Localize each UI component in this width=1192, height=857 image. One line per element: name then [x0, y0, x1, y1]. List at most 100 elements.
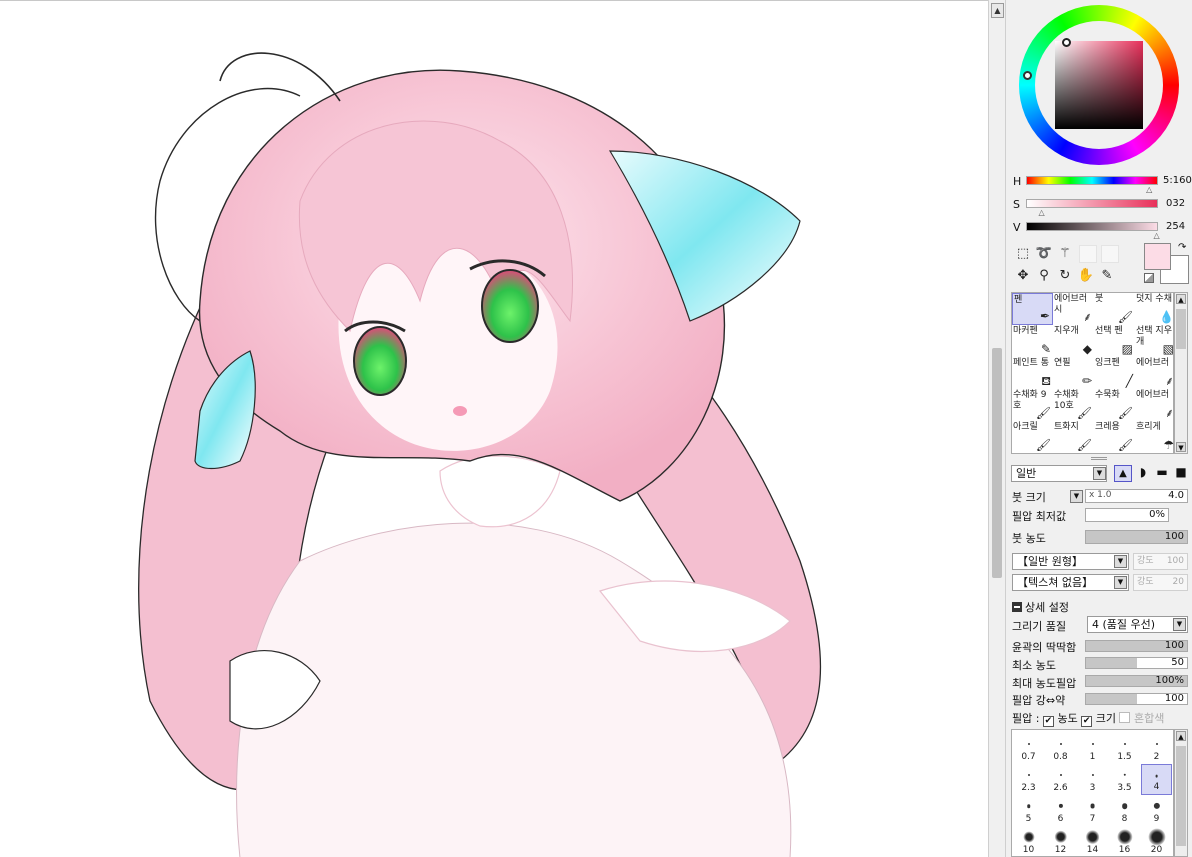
brush-slot[interactable]: 덧지 수채 💧 — [1135, 293, 1176, 325]
brush-slot[interactable]: 크레용 🖌 — [1094, 421, 1135, 453]
scrollbar-thumb[interactable] — [1176, 746, 1186, 846]
scroll-down-arrow-icon[interactable]: ▼ — [1176, 442, 1186, 452]
zoom-icon[interactable]: ⚲ — [1035, 267, 1053, 285]
brush-slot[interactable]: 연필 ✏ — [1053, 357, 1094, 389]
move-icon[interactable]: ✥ — [1014, 267, 1032, 285]
max-density-pressure-slider[interactable]: 100% — [1085, 675, 1188, 687]
size-preset[interactable]: 0.7 — [1013, 733, 1044, 764]
size-preset[interactable]: 0.8 — [1045, 733, 1076, 764]
brush-slot[interactable]: 트화지 🖌 — [1053, 421, 1094, 453]
brush-shape-flat-icon[interactable]: ▬ — [1153, 465, 1171, 482]
rotate-icon[interactable]: ↻ — [1056, 267, 1074, 285]
brush-slot[interactable]: 흐리게 ☂ — [1135, 421, 1176, 453]
size-preset[interactable]: 7 — [1077, 795, 1108, 826]
brush-shape-sharp-icon[interactable]: ▲ — [1114, 465, 1132, 482]
blend-checkbox[interactable] — [1119, 712, 1131, 723]
size-preset[interactable]: 16 — [1109, 826, 1140, 857]
brush-shape-square-icon[interactable]: ■ — [1172, 465, 1190, 482]
color-wheel[interactable] — [1019, 5, 1179, 165]
brush-slot[interactable]: 에어브러 ⸙ — [1135, 357, 1176, 389]
chevron-down-icon[interactable]: ▼ — [1114, 555, 1127, 568]
texture-strength-slider[interactable]: 강도 20 — [1133, 574, 1188, 591]
min-density-slider[interactable]: 50 — [1085, 657, 1188, 669]
size-preset[interactable]: 1.5 — [1109, 733, 1140, 764]
swap-colors-icon[interactable]: ↷ — [1178, 242, 1186, 253]
pressure-options-row: 필압 : ✔ 농도 ✔ 크기 혼합색 — [1012, 710, 1164, 727]
scrollbar-thumb[interactable] — [992, 348, 1002, 578]
size-preset[interactable]: 3.5 — [1109, 764, 1140, 795]
brush-slot[interactable]: 붓 🖌 — [1094, 293, 1135, 325]
collapse-icon[interactable] — [1012, 602, 1022, 612]
value-slider[interactable] — [1026, 222, 1158, 231]
brush-size-multiplier-chevron-icon[interactable]: ▼ — [1070, 490, 1083, 503]
scroll-up-arrow-icon[interactable]: ▲ — [991, 3, 1004, 18]
panel-splitter-grip[interactable] — [1091, 457, 1107, 460]
brush-slot[interactable]: 에어브러 ⸙ — [1135, 389, 1176, 421]
lasso-icon[interactable]: ➰ — [1035, 245, 1053, 263]
empty-tool-slot-1[interactable] — [1079, 245, 1097, 263]
min-size-slider[interactable]: 0% — [1085, 508, 1169, 522]
primary-color-swatch[interactable] — [1144, 243, 1171, 270]
saturation-value-square[interactable] — [1055, 38, 1143, 129]
edge-hardness-slider[interactable]: 100 — [1085, 640, 1188, 652]
reset-colors-icon[interactable] — [1144, 273, 1154, 283]
size-checkbox[interactable]: ✔ — [1081, 716, 1093, 727]
hand-icon[interactable]: ✋ — [1077, 267, 1095, 285]
brush-slot[interactable]: 아크릴 🖌 — [1012, 421, 1053, 453]
empty-tool-slot-2[interactable] — [1101, 245, 1119, 263]
canvas-vertical-scrollbar[interactable]: ▲ — [988, 0, 1006, 857]
saturation-slider[interactable] — [1026, 199, 1158, 208]
brush-shape-round-icon[interactable]: ◗ — [1134, 465, 1152, 482]
magic-wand-icon[interactable]: ⚚ — [1056, 245, 1074, 263]
size-preset[interactable]: 2.3 — [1013, 764, 1044, 795]
brush-slot[interactable]: 선택 지우개 ▧ — [1135, 325, 1176, 357]
size-preset[interactable]: 8 — [1109, 795, 1140, 826]
size-preset[interactable]: 1 — [1077, 733, 1108, 764]
scroll-up-arrow-icon[interactable]: ▲ — [1176, 731, 1186, 741]
texture-dropdown[interactable]: 【텍스쳐 없음】 — [1012, 574, 1129, 591]
size-preset[interactable]: 14 — [1077, 826, 1108, 857]
size-preset[interactable]: 20 — [1141, 826, 1172, 857]
scroll-up-arrow-icon[interactable]: ▲ — [1176, 294, 1186, 304]
density-checkbox[interactable]: ✔ — [1042, 716, 1054, 727]
brush-slot-label: 수묵화 — [1095, 390, 1120, 400]
shape-strength-slider[interactable]: 강도 100 — [1133, 553, 1188, 570]
advanced-settings-header[interactable]: 상세 설정 — [1012, 599, 1069, 615]
size-preset[interactable]: 6 — [1045, 795, 1076, 826]
brush-slot[interactable]: 마커펜 ✎ — [1012, 325, 1053, 357]
pressure-hardsoft-slider[interactable]: 100 — [1085, 693, 1188, 705]
size-presets-scrollbar[interactable]: ▲ — [1174, 729, 1188, 857]
chevron-down-icon[interactable]: ▼ — [1093, 467, 1106, 480]
size-preset[interactable]: 4 — [1141, 764, 1172, 795]
eyedropper-icon[interactable]: ✎ — [1098, 267, 1116, 285]
drawing-canvas[interactable] — [0, 0, 988, 857]
brush-slot[interactable]: 지우개 ◆ — [1053, 325, 1094, 357]
brush-slot[interactable]: 수묵화 🖌 — [1094, 389, 1135, 421]
chevron-down-icon[interactable]: ▼ — [1173, 618, 1186, 631]
size-preset[interactable]: 12 — [1045, 826, 1076, 857]
brush-slot[interactable]: 펜 ✒ — [1012, 293, 1053, 325]
size-preset[interactable]: 5 — [1013, 795, 1044, 826]
size-preset[interactable]: 3 — [1077, 764, 1108, 795]
brush-slot[interactable]: 수채화 9호 🖌 — [1012, 389, 1053, 421]
advanced-settings-title: 상세 설정 — [1025, 601, 1069, 614]
brush-slot[interactable]: 페인트 통 ⛾ — [1012, 357, 1053, 389]
brush-slot[interactable]: 수채화 10호 🖌 — [1053, 389, 1094, 421]
scrollbar-thumb[interactable] — [1176, 309, 1186, 349]
brush-grid-scrollbar[interactable]: ▲ ▼ — [1174, 292, 1188, 454]
canvas-artwork — [138, 52, 822, 857]
brush-slot[interactable]: 에어브러시 ⸙ — [1053, 293, 1094, 325]
brush-size-slider[interactable]: x 1.0 4.0 — [1085, 489, 1188, 503]
brush-slot[interactable]: 선택 펜 ▨ — [1094, 325, 1135, 357]
rect-select-icon[interactable]: ⬚ — [1014, 245, 1032, 263]
hue-slider[interactable] — [1026, 176, 1158, 185]
size-preview-dot — [1027, 743, 1030, 745]
size-preset[interactable]: 2.6 — [1045, 764, 1076, 795]
size-preset[interactable]: 2 — [1141, 733, 1172, 764]
brush-density-slider[interactable]: 100 — [1085, 530, 1188, 544]
brush-slot[interactable]: 잉크펜 ╱ — [1094, 357, 1135, 389]
brush-shape-dropdown[interactable]: 【일반 원형】 — [1012, 553, 1129, 570]
chevron-down-icon[interactable]: ▼ — [1114, 576, 1127, 589]
size-preset[interactable]: 9 — [1141, 795, 1172, 826]
size-preset[interactable]: 10 — [1013, 826, 1044, 857]
